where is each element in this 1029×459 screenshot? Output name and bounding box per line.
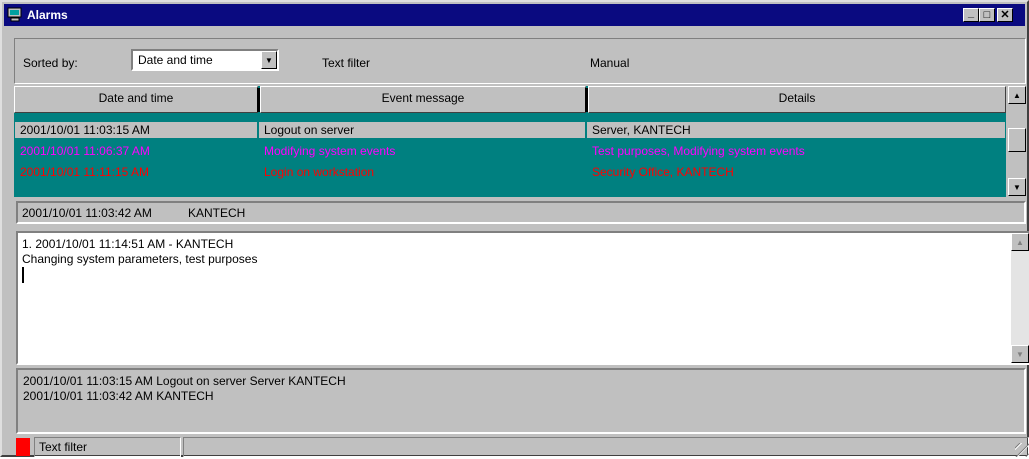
minimize-icon: _ [967,6,975,19]
alarms-window: Alarms _ □ ✕ Sorted by: Text filter Manu… [0,0,1029,457]
note-line: Changing system parameters, test purpose… [22,252,258,266]
column-header-date[interactable]: Date and time [14,86,258,113]
current-alarm-line: 2001/10/01 11:03:42 AM KANTECH [16,201,1026,224]
table-cell-date: 2001/10/01 11:03:15 AM [20,123,150,137]
table-row[interactable]: 2001/10/01 11:11:15 AM Login on workstati… [14,163,1006,181]
sort-by-dropdown[interactable]: Date and time ▼ [131,49,279,71]
status-bar: Text filter [14,436,1029,459]
grid-scrollbar[interactable]: ▲ ▼ [1008,86,1026,197]
resize-grip-icon[interactable] [1015,443,1029,457]
table-row[interactable]: 2001/10/01 11:03:15 AM Logout on server Se… [14,121,1006,139]
text-filter-label[interactable]: Text filter [322,56,370,70]
table-cell-event: Modifying system events [264,144,396,158]
log-line: 2001/10/01 11:03:15 AM Logout on server … [23,374,346,388]
status-panel-empty [183,437,1029,457]
sort-by-value: Date and time [138,53,213,67]
close-button[interactable]: ✕ [997,8,1013,22]
status-panel-filter: Text filter [34,437,181,457]
table-cell-date: 2001/10/01 11:06:37 AM [20,144,150,158]
chevron-down-icon[interactable]: ▼ [261,51,277,69]
scroll-down-icon[interactable]: ▼ [1008,178,1026,196]
computer-icon [7,7,22,22]
notes-scrollbar[interactable]: ▲ ▼ [1011,233,1029,363]
alarm-history-log: 2001/10/01 11:03:15 AM Logout on server … [16,368,1026,434]
scroll-up-icon[interactable]: ▲ [1011,233,1029,251]
scroll-thumb[interactable] [1008,128,1026,152]
current-alarm-datetime: 2001/10/01 11:03:42 AM [22,206,152,220]
manual-label[interactable]: Manual [590,56,629,70]
alarms-grid: Date and time Event message Details 2001… [14,86,1006,197]
log-line: 2001/10/01 11:03:42 AM KANTECH [23,389,214,403]
column-header-details[interactable]: Details [588,86,1006,113]
column-header-event[interactable]: Event message [260,86,586,113]
scroll-down-icon[interactable]: ▼ [1011,345,1029,363]
table-cell-event: Logout on server [264,123,355,137]
status-filter-label: Text filter [39,440,88,454]
note-line: 1. 2001/10/01 11:14:51 AM - KANTECH [22,237,234,251]
current-alarm-user: KANTECH [188,206,246,220]
alarm-indicator [16,438,30,456]
title-bar[interactable]: Alarms _ □ ✕ [4,4,1025,26]
maximize-icon: □ [983,8,991,21]
alarm-notes-textarea[interactable]: 1. 2001/10/01 11:14:51 AM - KANTECH Chan… [16,231,1029,365]
sorted-by-label: Sorted by: [23,56,78,70]
minimize-button[interactable]: _ [963,6,979,22]
table-cell-date: 2001/10/01 11:11:15 AM [20,165,149,179]
maximize-button[interactable]: □ [979,8,995,22]
table-cell-details: Test purposes, Modifying system events [592,144,805,158]
text-caret [22,267,24,283]
window-title: Alarms [27,8,68,22]
table-cell-details: Security Office, KANTECH [592,165,734,179]
close-icon: ✕ [1000,8,1010,21]
table-row[interactable]: 2001/10/01 11:06:37 AM Modifying system e… [14,142,1006,160]
scroll-up-icon[interactable]: ▲ [1008,86,1026,104]
table-cell-event: Login on workstation [264,165,375,179]
table-cell-details: Server, KANTECH [592,123,691,137]
